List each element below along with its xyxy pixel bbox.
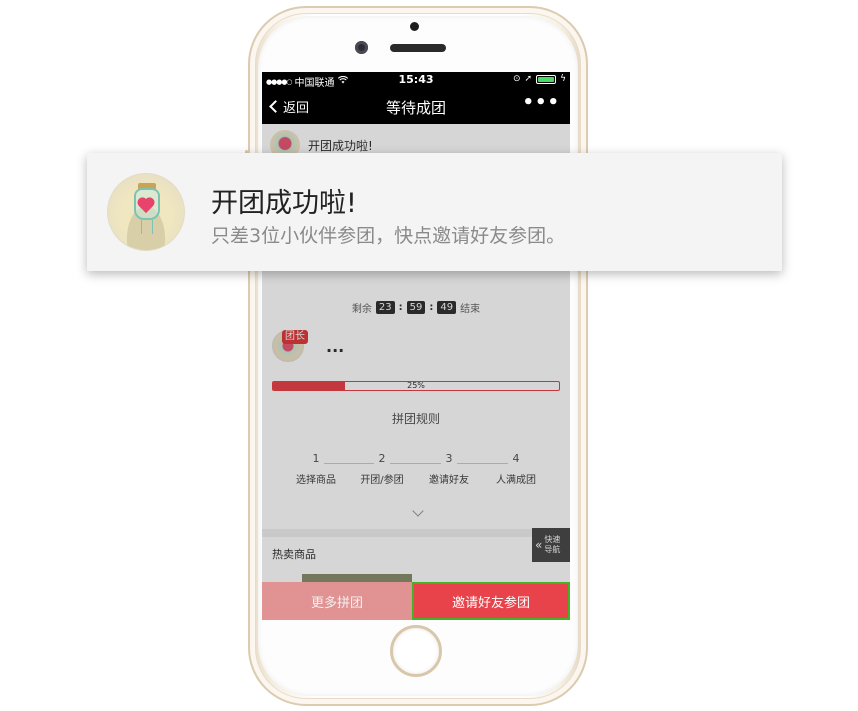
countdown-minutes: 59	[406, 301, 426, 314]
jar-legs-shape	[141, 220, 153, 234]
orientation-lock-icon: ⊙	[512, 74, 521, 84]
home-button[interactable]	[390, 625, 442, 677]
double-chevron-left-icon: «	[535, 538, 543, 552]
heart-icon	[138, 198, 156, 214]
navigation-bar: 返回 等待成团 •••	[262, 88, 570, 124]
earpiece-speaker	[390, 44, 446, 52]
more-members-indicator: ...	[326, 336, 345, 356]
countdown-suffix: 结束	[460, 304, 481, 315]
step-label: 邀请好友	[429, 475, 469, 486]
notification-title: 开团成功啦!	[211, 188, 357, 219]
step-item: 2 开团/参团	[347, 452, 417, 486]
bottom-action-bar: 更多拼团 邀请好友参团	[262, 582, 570, 620]
success-notification: 开团成功啦! 只差3位小伙伴参团，快点邀请好友参团。	[87, 153, 782, 271]
quick-nav-label: 快速 导航	[544, 535, 560, 555]
countdown-separator: :	[398, 302, 403, 313]
step-number: 1	[308, 452, 324, 465]
section-divider	[262, 529, 570, 537]
sensor-dot	[410, 22, 419, 31]
step-item: 4 人满成团	[481, 452, 551, 486]
invite-friends-button[interactable]: 邀请好友参团	[412, 582, 570, 620]
step-label: 人满成团	[496, 475, 536, 486]
countdown-seconds: 49	[437, 301, 457, 314]
group-progress-bar: 25%	[272, 381, 560, 391]
chevron-down-icon[interactable]	[412, 505, 424, 517]
rules-title[interactable]: 拼团规则	[262, 410, 570, 427]
front-camera	[355, 41, 368, 54]
step-number: 4	[508, 452, 524, 465]
status-right: ⊙ ➚ ϟ	[513, 74, 566, 84]
quick-nav-line1: 快速	[544, 535, 561, 544]
hot-products-title: 热卖商品	[272, 548, 316, 561]
more-groups-button[interactable]: 更多拼团	[262, 582, 412, 620]
notification-body: 只差3位小伙伴参团，快点邀请好友参团。	[211, 225, 566, 247]
more-menu-button[interactable]: •••	[522, 92, 560, 113]
step-number: 3	[441, 452, 457, 465]
countdown-prefix: 剩余	[351, 304, 372, 315]
step-item: 1 选择商品	[281, 452, 351, 486]
step-label: 开团/参团	[360, 475, 404, 486]
avatar	[107, 173, 185, 251]
battery-icon	[536, 74, 557, 84]
countdown-timer: 剩余 23 : 59 : 49 结束	[262, 300, 570, 315]
step-item: 3 邀请好友	[414, 452, 484, 486]
step-label: 选择商品	[296, 475, 336, 486]
leader-badge: 团长	[282, 330, 308, 344]
progress-label: 25%	[407, 381, 425, 390]
location-icon: ➚	[524, 74, 533, 84]
status-bar: ●●●●○ 中国联通 15:43 ⊙ ➚ ϟ	[262, 72, 570, 89]
quick-nav-line2: 导航	[544, 545, 561, 554]
countdown-separator: :	[429, 302, 434, 313]
inline-notice-title: 开团成功啦!	[308, 138, 373, 153]
quick-nav-button[interactable]: « 快速 导航	[532, 528, 570, 562]
countdown-hours: 23	[375, 301, 395, 314]
charging-icon: ϟ	[560, 74, 566, 84]
step-number: 2	[374, 452, 390, 465]
